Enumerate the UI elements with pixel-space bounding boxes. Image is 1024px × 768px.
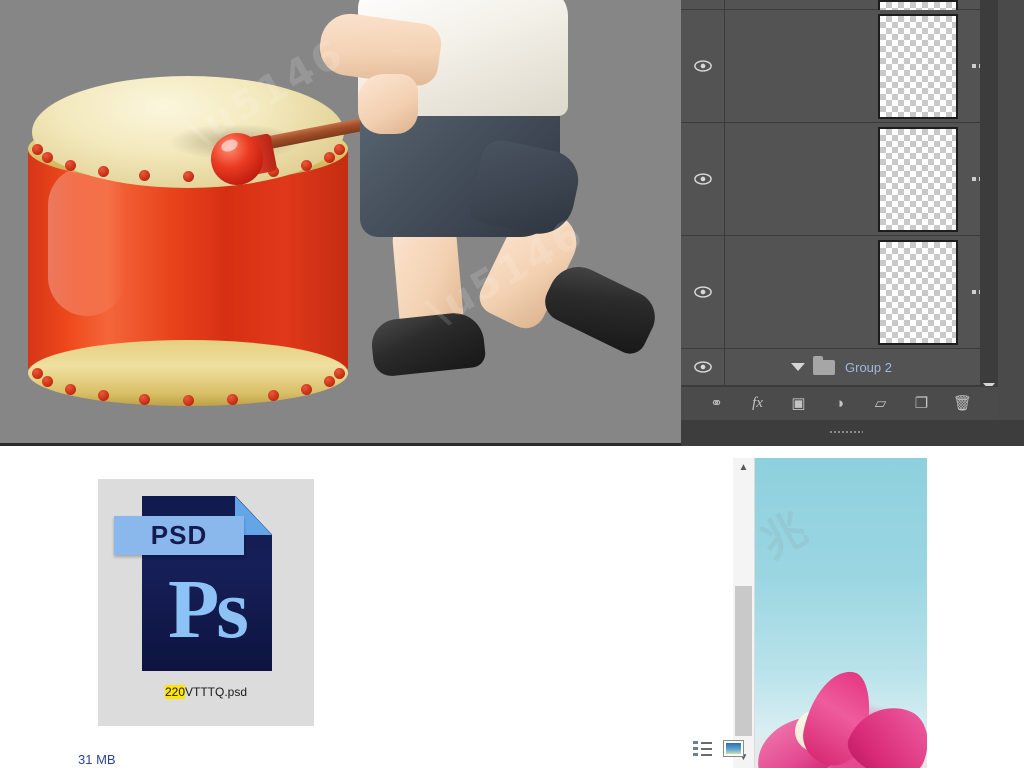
dot — [972, 177, 976, 181]
preview-scrollbar[interactable]: ▲ ▼ — [733, 458, 755, 768]
fx-icon[interactable]: fx — [747, 393, 769, 415]
file-size-label: 31 MB — [78, 752, 116, 767]
drum-stud — [183, 395, 194, 406]
drum-stud — [31, 367, 43, 379]
layer-row[interactable] — [681, 236, 998, 349]
layer-thumbnail[interactable] — [878, 239, 958, 345]
photoshop-canvas[interactable]: \u5146 \u5146 — [0, 0, 681, 446]
layer-thumbnail-cell — [725, 10, 998, 122]
eye-icon[interactable] — [693, 286, 712, 298]
scrollbar-thumb[interactable] — [735, 586, 752, 736]
layer-row[interactable] — [681, 10, 998, 123]
drum-stud — [300, 159, 312, 171]
layer-visibility-toggle[interactable] — [681, 236, 725, 348]
drum-stud — [183, 171, 194, 182]
drum-stud — [300, 383, 312, 395]
details-view-icon[interactable] — [693, 741, 712, 756]
dot — [972, 64, 976, 68]
group-visibility-toggle[interactable] — [681, 349, 725, 385]
eye-icon[interactable] — [693, 60, 712, 72]
psd-file-icon: Ps PSD — [114, 496, 272, 671]
layer-visibility-toggle[interactable] — [681, 10, 725, 122]
view-mode-buttons[interactable] — [693, 740, 744, 757]
psd-badge-text: PSD — [150, 520, 208, 550]
drum-illustration — [18, 58, 406, 406]
panel-right-strip — [998, 0, 1024, 446]
layer-group-row[interactable]: Group 2 — [681, 349, 998, 386]
layer-thumbnail[interactable] — [878, 13, 958, 119]
screenshot-root: \u5146 \u5146 — [0, 0, 1024, 768]
layer-mask-icon[interactable]: ▣ — [788, 393, 810, 415]
layer-thumbnail-cell — [725, 0, 998, 10]
chevron-up-icon[interactable]: ▲ — [739, 458, 749, 476]
chevron-down-icon[interactable] — [791, 363, 805, 371]
layer-thumbnail[interactable] — [878, 126, 958, 232]
psd-ps-letters: Ps — [168, 562, 249, 656]
explorer-area: Ps PSD 220VTTTQ.psd 31 MB ▲ ▼ — [0, 446, 1024, 768]
layer-thumbnail-cell — [725, 123, 998, 235]
drum-highlight — [48, 166, 126, 316]
filename-rest: VTTTQ.psd — [185, 685, 248, 699]
psd-filename-label: 220VTTTQ.psd — [98, 685, 314, 699]
mallet-ball — [211, 133, 263, 185]
folder-icon — [813, 355, 835, 375]
eye-icon[interactable] — [693, 173, 712, 185]
layers-scrollbar[interactable] — [980, 0, 998, 396]
preview-pane: ▲ ▼ — [733, 458, 927, 768]
layer-visibility-toggle[interactable] — [681, 0, 725, 9]
filename-highlight: 220 — [164, 685, 185, 699]
dot — [972, 290, 976, 294]
layer-row[interactable] — [681, 0, 998, 10]
layer-row[interactable] — [681, 123, 998, 236]
psd-badge: PSD — [114, 516, 244, 555]
child-illustration — [316, 0, 664, 443]
layers-panel[interactable]: Group 2 ⚭ fx ▣ ◑ ▱ ❐ 🗑 — [681, 0, 1024, 446]
large-icons-view-icon[interactable] — [723, 740, 744, 757]
child-back-shoe — [369, 310, 487, 378]
drum-stud — [138, 393, 150, 405]
artboard[interactable]: \u5146 \u5146 — [0, 0, 681, 443]
child-hand — [358, 74, 418, 134]
drum-stud — [31, 143, 43, 155]
group-label-cell: Group 2 — [725, 355, 998, 375]
layer-thumbnail-cell — [725, 236, 998, 348]
adjustment-layer-icon[interactable]: ◑ — [829, 393, 851, 415]
layer-thumbnail[interactable] — [878, 0, 958, 10]
delete-layer-icon[interactable]: 🗑 — [952, 393, 974, 415]
link-icon[interactable]: ⚭ — [706, 393, 728, 415]
psd-file-tile[interactable]: Ps PSD 220VTTTQ.psd — [98, 479, 314, 726]
drum-stud — [138, 169, 150, 181]
eye-icon[interactable] — [693, 361, 712, 373]
drum-stud — [267, 389, 279, 401]
drum-stud — [227, 393, 239, 405]
layers-toolbar[interactable]: ⚭ fx ▣ ◑ ▱ ❐ 🗑 — [681, 386, 998, 420]
new-group-icon[interactable]: ▱ — [870, 393, 892, 415]
layer-group-name: Group 2 — [845, 359, 892, 375]
new-layer-icon[interactable]: ❐ — [911, 393, 933, 415]
resize-grip[interactable] — [829, 430, 863, 435]
panel-footer — [681, 420, 1024, 446]
flower-preview-image — [749, 458, 927, 768]
layers-list[interactable]: Group 2 — [681, 0, 998, 396]
layer-visibility-toggle[interactable] — [681, 123, 725, 235]
